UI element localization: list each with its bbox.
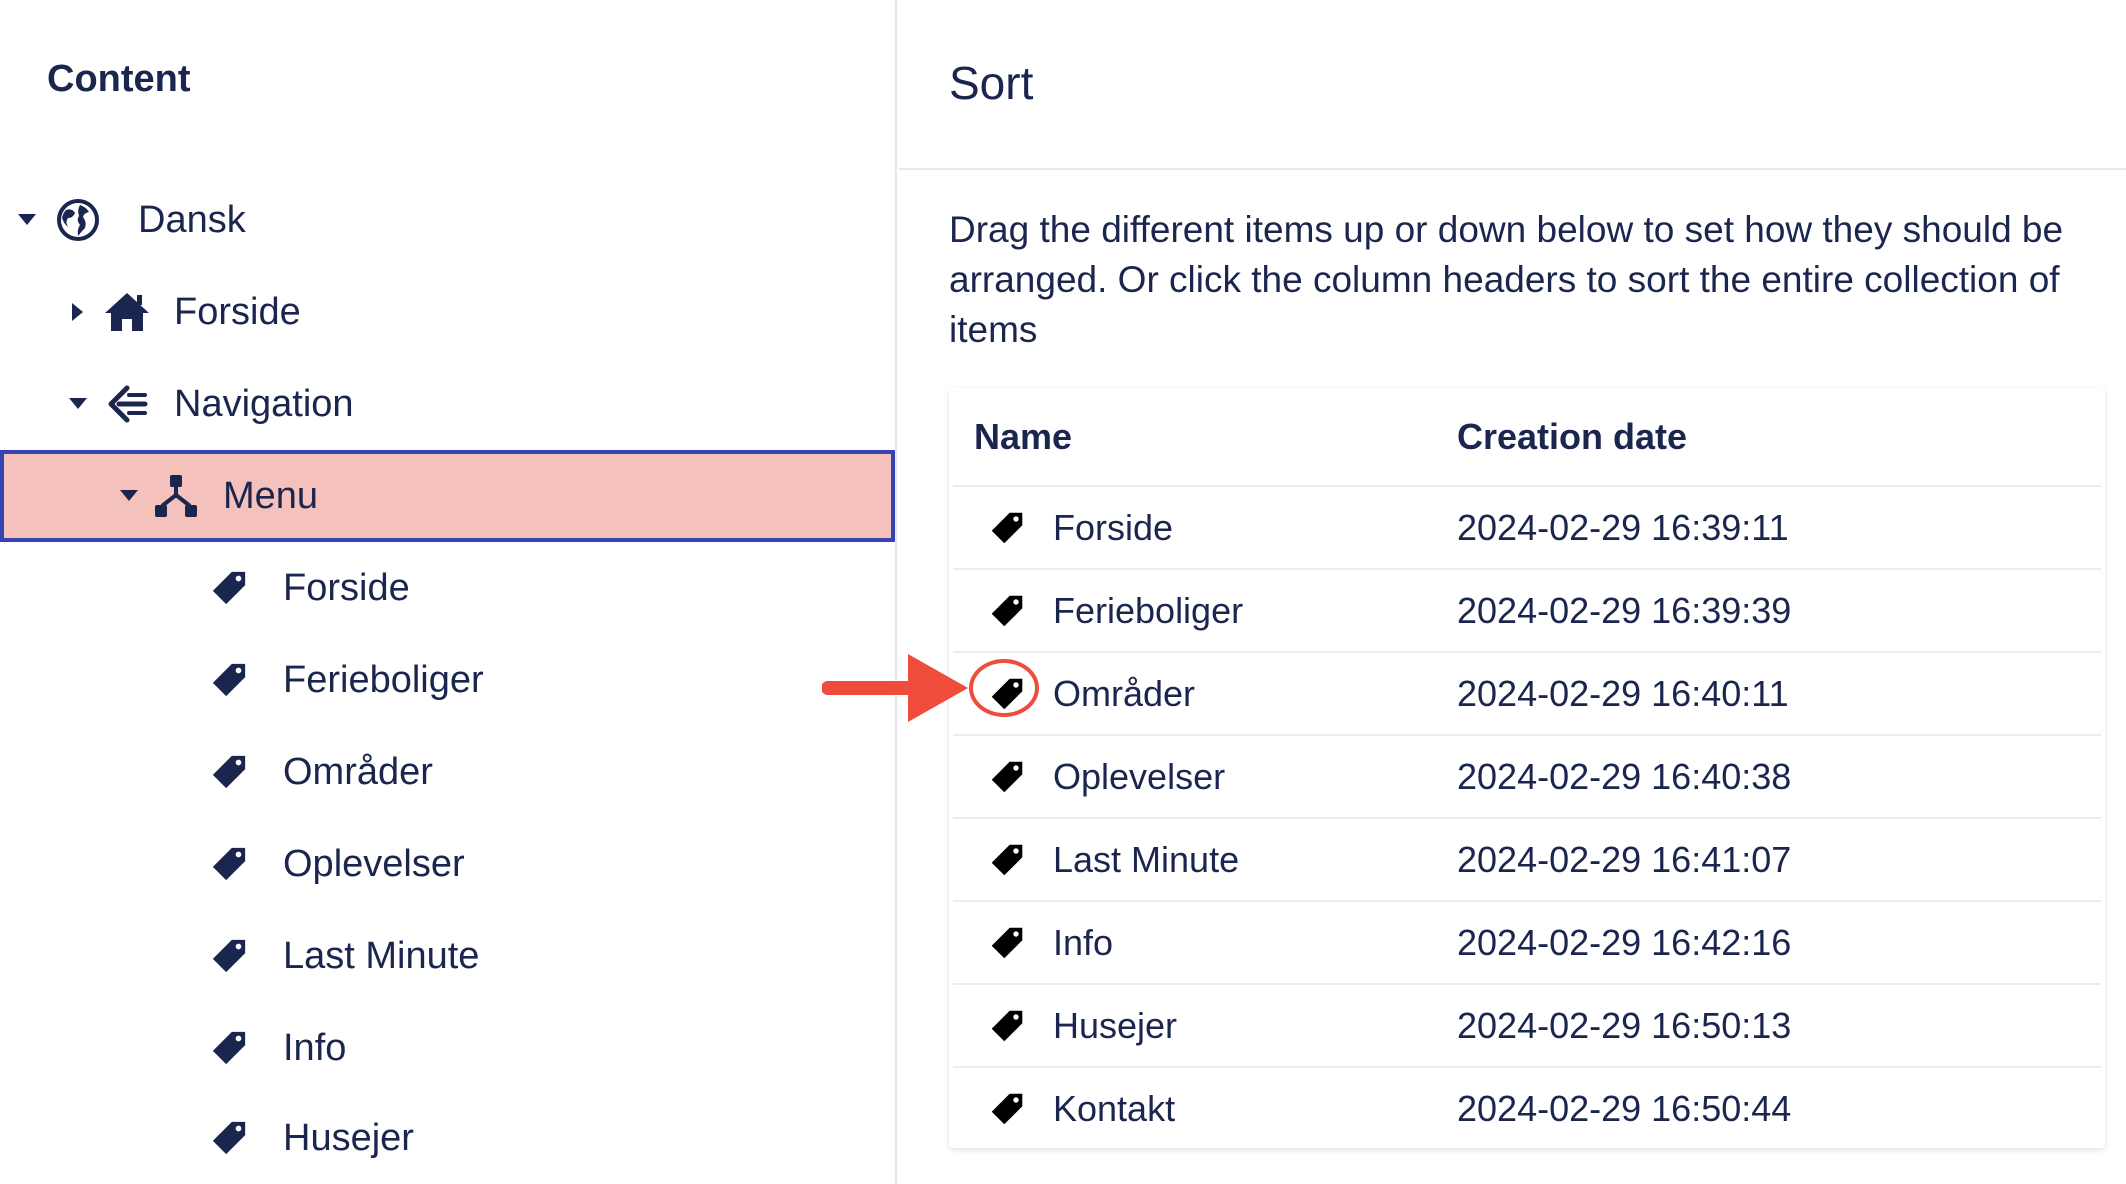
tree-item-ferieboliger[interactable]: Ferieboliger: [0, 634, 895, 726]
tag-icon[interactable]: [987, 1006, 1027, 1046]
row-name: Oplevelser: [1053, 755, 1226, 797]
caret-down-icon[interactable]: [15, 208, 39, 232]
tree-item-last-minute[interactable]: Last Minute: [0, 910, 895, 1002]
row-date: 2024-02-29 16:50:13: [1457, 1004, 1792, 1046]
tree-item-dansk[interactable]: Dansk: [0, 174, 895, 266]
row-date: 2024-02-29 16:39:11: [1457, 506, 1789, 548]
tree-item-label: Forside: [283, 566, 410, 609]
table-row[interactable]: Oplevelser 2024-02-29 16:40:38: [953, 734, 2101, 817]
tree-item-label: Navigation: [174, 382, 354, 425]
column-header-name[interactable]: Name: [974, 388, 1072, 486]
tree-item-forside[interactable]: Forside: [0, 542, 895, 634]
tree-item-info[interactable]: Info: [0, 1002, 895, 1094]
tag-icon[interactable]: [987, 840, 1027, 880]
tree-item-label: Dansk: [138, 198, 246, 241]
tree-item-label: Ferieboliger: [283, 658, 484, 701]
tree-item-label: Forside: [174, 290, 301, 333]
tag-icon: [206, 657, 252, 703]
row-name: Info: [1053, 921, 1114, 963]
tree-item-navigation[interactable]: Navigation: [0, 358, 895, 450]
caret-down-icon[interactable]: [117, 484, 141, 508]
tree-item-label: Last Minute: [283, 934, 480, 977]
tree-item-label: Info: [283, 1026, 347, 1069]
tag-icon[interactable]: [987, 923, 1027, 963]
tag-icon[interactable]: [987, 591, 1027, 631]
tree-item-label: Oplevelser: [283, 842, 465, 885]
table-row[interactable]: Områder 2024-02-29 16:40:11: [953, 651, 2101, 734]
row-name: Kontakt: [1053, 1087, 1176, 1129]
tag-icon: [206, 1025, 252, 1071]
tag-icon[interactable]: [987, 1089, 1027, 1129]
caret-down-icon[interactable]: [66, 392, 90, 416]
tree-item-forside-home[interactable]: Forside: [0, 266, 895, 358]
sort-table: Name Creation date Forside 2024-02-29 16…: [949, 388, 2105, 1148]
tree-item-omrader[interactable]: Områder: [0, 726, 895, 818]
page-title: Sort: [949, 57, 1034, 109]
tag-icon: [206, 749, 252, 795]
row-name: Forside: [1053, 506, 1174, 548]
row-date: 2024-02-29 16:41:07: [1457, 838, 1792, 880]
sitemap-icon: [153, 473, 199, 519]
row-date: 2024-02-29 16:42:16: [1457, 921, 1792, 963]
sort-description: Drag the different items up or down belo…: [949, 209, 2064, 350]
table-row[interactable]: Last Minute 2024-02-29 16:41:07: [953, 817, 2101, 900]
table-row[interactable]: Kontakt 2024-02-29 16:50:44: [953, 1066, 2101, 1149]
tag-icon[interactable]: [987, 757, 1027, 797]
sort-header: Sort: [899, 0, 2126, 170]
tree-title: Content: [47, 58, 191, 100]
annotation-circle: [969, 659, 1039, 717]
table-row[interactable]: Forside 2024-02-29 16:39:11: [953, 485, 2101, 568]
table-row[interactable]: Info 2024-02-29 16:42:16: [953, 900, 2101, 983]
row-date: 2024-02-29 16:40:38: [1457, 755, 1792, 797]
content-tree-panel: Content Dansk Forside Navigation Menu Fo…: [0, 0, 897, 1184]
row-date: 2024-02-29 16:50:44: [1457, 1087, 1792, 1129]
column-header-creation-date[interactable]: Creation date: [1457, 388, 1687, 486]
caret-right-icon[interactable]: [66, 300, 90, 324]
tree-item-label: Husejer: [283, 1116, 414, 1159]
tree-item-husejer[interactable]: Husejer: [0, 1092, 895, 1184]
row-date: 2024-02-29 16:39:39: [1457, 589, 1792, 631]
tag-icon: [206, 565, 252, 611]
sort-panel: Sort Drag the different items up or down…: [899, 0, 2126, 1184]
row-name: Last Minute: [1053, 838, 1240, 880]
navigation-icon: [104, 381, 150, 427]
tree-item-label: Menu: [223, 474, 319, 517]
globe-icon: [55, 197, 101, 243]
tag-icon[interactable]: [987, 508, 1027, 548]
tree-item-oplevelser[interactable]: Oplevelser: [0, 818, 895, 910]
row-name: Husejer: [1053, 1004, 1178, 1046]
tag-icon: [206, 1115, 252, 1161]
row-name: Områder: [1053, 672, 1196, 714]
row-date: 2024-02-29 16:40:11: [1457, 672, 1789, 714]
table-row[interactable]: Husejer 2024-02-29 16:50:13: [953, 983, 2101, 1066]
tree-item-menu[interactable]: Menu: [0, 450, 895, 542]
table-row[interactable]: Ferieboliger 2024-02-29 16:39:39: [953, 568, 2101, 651]
tree-item-label: Områder: [283, 750, 433, 793]
row-name: Ferieboliger: [1053, 589, 1244, 631]
annotation-arrow-icon: [822, 654, 968, 722]
tag-icon: [206, 841, 252, 887]
home-icon: [104, 289, 150, 335]
tag-icon: [206, 933, 252, 979]
